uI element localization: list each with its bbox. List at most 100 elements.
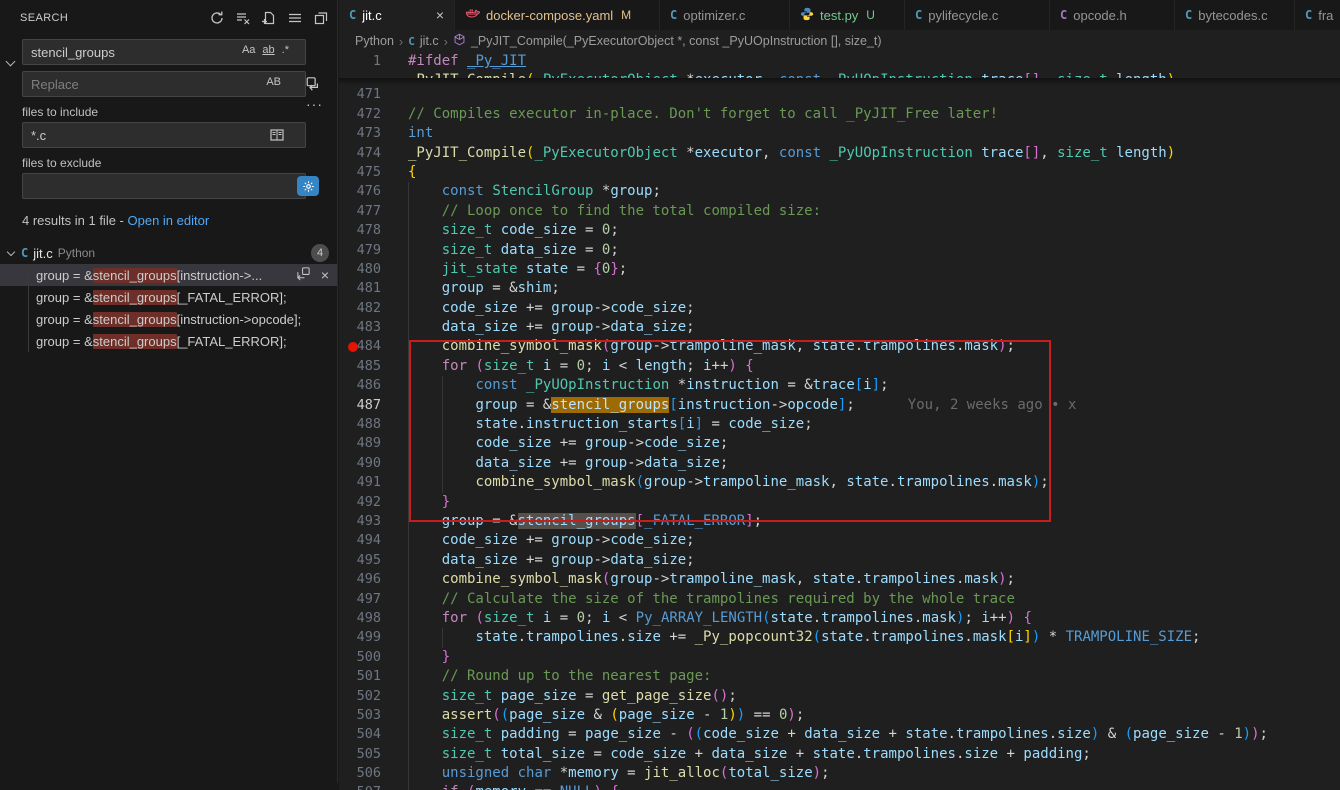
code-line[interactable]: 490 data_size += group->data_size; [339,454,1340,473]
code-line[interactable]: 501 // Round up to the nearest page: [339,667,1340,686]
tab-jit-c[interactable]: C jit.c × [339,0,455,30]
code-line[interactable]: 478 size_t code_size = 0; [339,221,1340,240]
git-modified-badge: M [621,8,631,22]
regex-icon[interactable]: .* [282,44,289,56]
code-line[interactable]: 493 group = &stencil_groups[_FATAL_ERROR… [339,512,1340,531]
code-line[interactable]: 497 // Calculate the size of the trampol… [339,590,1340,609]
search-only-open-editors-icon[interactable] [269,127,285,148]
code-line[interactable]: 499 state.trampolines.size += _Py_popcou… [339,628,1340,647]
match-case-icon[interactable]: Aa [242,44,255,56]
code-line[interactable]: 475{ [339,163,1340,182]
code-line[interactable]: 480 jit_state state = {0}; [339,260,1340,279]
tab-label: pylifecycle.c [928,8,998,23]
code-line[interactable]: 484 combine_symbol_mask(group->trampolin… [339,337,1340,356]
replace-all-icon[interactable] [305,75,323,98]
line-number: 494 [339,531,381,550]
code-line[interactable]: 491 combine_symbol_mask(group->trampolin… [339,473,1340,492]
code-line[interactable]: 474_PyJIT_Compile(_PyExecutorObject *exe… [339,144,1340,163]
replace-match-icon[interactable] [296,266,311,284]
symbol-method-icon [453,33,466,49]
search-result-item[interactable]: group = &stencil_groups[instruction->...… [0,264,337,286]
code-line[interactable]: 481 group = &shim; [339,279,1340,298]
code-line[interactable]: 498 for (size_t i = 0; i < Py_ARRAY_LENG… [339,609,1340,628]
result-file-language: Python [58,246,95,260]
whole-word-icon[interactable]: ab [262,44,274,56]
tab-bytecodes-c[interactable]: C bytecodes.c [1175,0,1295,30]
result-text: group = & [36,268,93,283]
tab-clipped[interactable]: C fra [1295,0,1340,30]
code-editor[interactable]: 471472// Compiles executor in-place. Don… [339,85,1340,790]
code-line[interactable]: 507 if (memory == NULL) { [339,783,1340,790]
result-match-highlight: stencil_groups [93,334,177,349]
dismiss-match-icon[interactable]: × [321,267,329,283]
open-new-search-editor-icon[interactable] [261,10,277,26]
breadcrumb-item-file[interactable]: jit.c [420,34,439,48]
line-number: 488 [339,415,381,434]
tab-pylifecycle-c[interactable]: C pylifecycle.c [905,0,1050,30]
code-line[interactable]: 494 code_size += group->code_size; [339,531,1340,550]
close-icon[interactable]: × [428,7,444,23]
code-line[interactable]: 483 data_size += group->data_size; [339,318,1340,337]
result-text: group = & [36,290,93,305]
code-line[interactable]: 485 for (size_t i = 0; i < length; i++) … [339,357,1340,376]
c-file-icon: C [349,8,356,22]
breadcrumb-item-folder[interactable]: Python [355,34,394,48]
tab-opcode-h[interactable]: C opcode.h [1050,0,1175,30]
chevron-down-icon[interactable] [7,248,15,256]
code-line[interactable]: 495 data_size += group->data_size; [339,551,1340,570]
line-number: 481 [339,279,381,298]
tab-test-py[interactable]: test.py U [790,0,905,30]
toggle-search-details-icon[interactable]: ··· [306,96,323,112]
breadcrumb-item-symbol[interactable]: _PyJIT_Compile(_PyExecutorObject *, cons… [471,34,882,48]
code-line[interactable]: 506 unsigned char *memory = jit_alloc(to… [339,764,1340,783]
tab-docker-compose[interactable]: docker-compose.yaml M [455,0,660,30]
refresh-icon[interactable] [209,10,225,26]
line-number: 495 [339,551,381,570]
code-line[interactable]: 487 group = &stencil_groups[instruction-… [339,396,1340,415]
code-line[interactable]: 504 size_t padding = page_size - ((code_… [339,725,1340,744]
code-line[interactable]: 492 } [339,493,1340,512]
files-to-exclude-input[interactable] [22,173,306,199]
view-as-list-icon[interactable] [287,10,303,26]
tab-optimizer-c[interactable]: C optimizer.c [660,0,790,30]
open-in-editor-link[interactable]: Open in editor [128,213,210,228]
code-line[interactable]: 482 code_size += group->code_size; [339,299,1340,318]
search-result-item[interactable]: group = &stencil_groups[instruction->opc… [0,308,337,330]
code-line[interactable]: 477 // Loop once to find the total compi… [339,202,1340,221]
search-result-item[interactable]: group = &stencil_groups[_FATAL_ERROR]; [0,286,337,308]
clear-search-results-icon[interactable] [235,10,251,26]
result-text: [instruction->opcode]; [177,312,302,327]
code-line[interactable]: 502 size_t page_size = get_page_size(); [339,687,1340,706]
code-line[interactable]: 488 state.instruction_starts[i] = code_s… [339,415,1340,434]
breadcrumb: Python › C jit.c › _PyJIT_Compile(_PyExe… [339,30,1340,52]
preserve-case-icon[interactable]: AB [266,76,281,88]
sticky-scroll[interactable]: 1 #ifdef _Py_JIT _PyJIT_Compile(_PyExecu… [339,52,1340,85]
line-number: 484 [339,337,381,356]
use-exclude-settings-icon[interactable] [297,176,319,196]
collapse-all-icon[interactable] [313,10,329,26]
sticky-line-partial: _PyJIT_Compile(_PyExecutorObject *execut… [339,71,1340,78]
code-line[interactable]: 505 size_t total_size = code_size + data… [339,745,1340,764]
code-line[interactable]: 496 combine_symbol_mask(group->trampolin… [339,570,1340,589]
search-result-item[interactable]: group = &stencil_groups[_FATAL_ERROR]; [0,330,337,352]
line-number: 482 [339,299,381,318]
replace-input[interactable] [22,71,306,97]
line-number: 474 [339,144,381,163]
code-line[interactable]: 503 assert((page_size & (page_size - 1))… [339,706,1340,725]
line-number: 479 [339,241,381,260]
code-lines: 471472// Compiles executor in-place. Don… [339,85,1340,790]
git-untracked-badge: U [866,8,875,22]
search-panel-header: SEARCH [0,0,337,35]
line-number: 504 [339,725,381,744]
line-number: 489 [339,434,381,453]
result-file-row[interactable]: C jit.c Python 4 [0,242,337,264]
code-line[interactable]: 472// Compiles executor in-place. Don't … [339,105,1340,124]
code-line[interactable]: 471 [339,85,1340,104]
files-to-include-input[interactable] [22,122,306,148]
code-line[interactable]: 500 } [339,648,1340,667]
code-line[interactable]: 486 const _PyUOpInstruction *instruction… [339,376,1340,395]
code-line[interactable]: 476 const StencilGroup *group; [339,182,1340,201]
code-line[interactable]: 473int [339,124,1340,143]
code-line[interactable]: 489 code_size += group->code_size; [339,434,1340,453]
code-line[interactable]: 479 size_t data_size = 0; [339,241,1340,260]
